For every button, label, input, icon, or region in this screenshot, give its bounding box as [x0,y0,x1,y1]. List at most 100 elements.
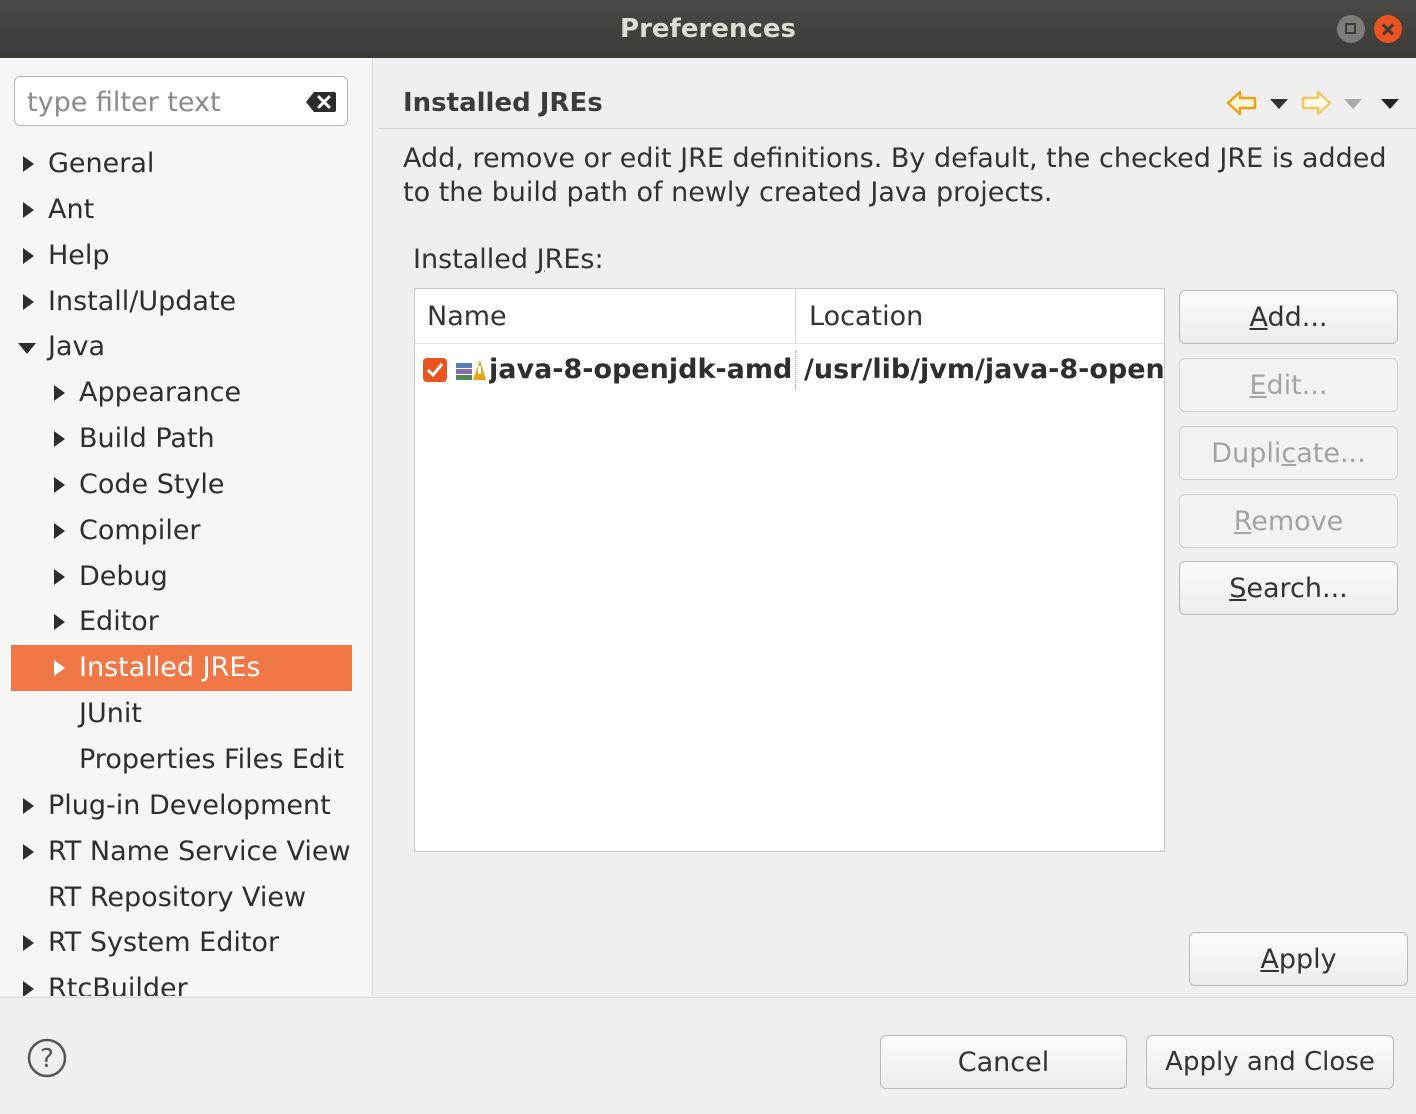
preference-page: Installed JREs Add, remove or edit JRE d… [373,58,1416,996]
jre-library-icon [456,360,486,380]
installed-jres-label-mnemonic: J [536,244,545,275]
svg-text:?: ? [40,1044,54,1074]
collapsed-arrow-icon[interactable] [23,247,34,264]
tree-item-label: Appearance [79,377,242,409]
filter-input[interactable] [25,83,299,121]
duplicate-button[interactable]: Duplicate... [1179,426,1398,480]
tree-item-label: Properties Files Edit [79,743,345,775]
apply-button-mnemonic: A [1260,943,1279,975]
expanded-arrow-icon[interactable] [18,343,36,355]
apply-and-close-button[interactable]: Apply and Close [1146,1035,1394,1089]
tree-item[interactable]: RtcBuilder [11,966,372,996]
view-menu-icon[interactable] [1379,88,1401,118]
back-dropdown-icon[interactable] [1268,88,1290,118]
jre-table[interactable]: Name Location java-8-openjdk-amd64 /usr/… [414,288,1165,852]
edit-button-mnemonic: E [1249,369,1267,401]
jre-location-cell: /usr/lib/jvm/java-8-openjdk-amd64 [804,354,1164,385]
remove-button[interactable]: Remove [1179,494,1398,548]
tree-item[interactable]: Debug [11,554,372,600]
cancel-button[interactable]: Cancel [880,1035,1127,1089]
page-title: Installed JREs [403,88,603,118]
collapsed-arrow-icon[interactable] [23,935,34,952]
collapsed-arrow-icon[interactable] [54,522,65,539]
check-icon [426,363,444,378]
search-button-label: earch... [1246,572,1348,604]
help-icon[interactable]: ? [27,1038,67,1078]
remove-button-label: emove [1251,505,1344,537]
forward-icon[interactable] [1300,88,1332,118]
tree-item-label: Compiler [79,514,201,546]
installed-jres-label-prefix: Installed [413,244,537,275]
remove-button-mnemonic: R [1233,505,1252,537]
tree-item[interactable]: RT System Editor [11,920,372,966]
column-header-name[interactable]: Name [415,289,796,344]
tree-item[interactable]: Properties Files Edit [11,737,372,783]
apply-button[interactable]: Apply [1189,932,1408,986]
apply-button-label: pply [1278,943,1337,975]
tree-item-label: Build Path [79,423,215,455]
tree-item[interactable]: Ant [11,187,372,233]
add-button-mnemonic: A [1249,301,1268,333]
add-button-label: dd... [1267,301,1328,333]
dialog-button-bar: ? Cancel Apply and Close [0,997,1416,1114]
collapsed-arrow-icon[interactable] [23,293,34,310]
edit-button-label: dit... [1266,369,1328,401]
collapsed-arrow-icon[interactable] [54,660,65,677]
page-description: Add, remove or edit JRE definitions. By … [403,143,1387,208]
tree-item[interactable]: Plug-in Development [11,783,372,829]
collapsed-arrow-icon[interactable] [54,614,65,631]
cell-separator [795,351,796,389]
search-button-mnemonic: S [1229,572,1247,604]
tree-item-label: General [48,148,155,179]
tree-item-label: Install/Update [48,285,237,317]
collapsed-arrow-icon[interactable] [23,201,34,218]
search-button[interactable]: Search... [1179,561,1398,615]
preferences-tree-panel: General Ant Help Install/Update Java Appearan… [0,58,373,996]
tree-item-label: RT Name Service View [48,835,351,867]
add-button[interactable]: Add... [1179,290,1398,344]
tree-item[interactable]: Editor [11,599,372,645]
tree-item[interactable]: Java [11,324,372,370]
installed-jres-label-suffix: REs: [544,244,604,275]
collapsed-arrow-icon[interactable] [54,476,65,493]
tree-item-label: Installed JREs [79,652,261,684]
collapsed-arrow-icon[interactable] [23,843,34,860]
tree-item[interactable]: General [11,141,372,187]
tree-item[interactable]: Build Path [11,416,372,462]
tree-item-label: Code Style [79,468,225,500]
collapsed-arrow-icon[interactable] [54,568,65,585]
tree-item[interactable]: RT Repository View [11,875,372,921]
tree-item[interactable]: Installed JREs [11,645,352,692]
installed-jres-label: Installed JREs: [413,244,604,275]
tree-item[interactable]: JUnit [11,691,372,737]
tree-item[interactable]: RT Name Service View [11,829,372,875]
tree-item-label: Java [48,331,106,363]
duplicate-button-mnemonic: c [1281,437,1297,469]
tree-item-label: RT System Editor [48,927,280,959]
collapsed-arrow-icon[interactable] [54,385,65,402]
table-row[interactable]: java-8-openjdk-amd64 /usr/lib/jvm/java-8… [415,347,1164,393]
collapsed-arrow-icon[interactable] [54,431,65,448]
window-title: Preferences [620,14,796,44]
jre-checkbox[interactable] [423,358,447,382]
edit-button[interactable]: Edit... [1179,358,1398,412]
back-icon[interactable] [1226,88,1258,118]
forward-dropdown-icon[interactable] [1342,88,1364,118]
close-button[interactable] [1374,15,1402,43]
tree-item[interactable]: Appearance [11,370,372,416]
collapsed-arrow-icon[interactable] [23,797,34,814]
tree-item[interactable]: Help [11,233,372,279]
jre-name-cell: java-8-openjdk-amd64 [489,354,794,385]
duplicate-button-label-b: ate... [1296,437,1366,469]
duplicate-button-label-a: Dupli [1211,437,1282,469]
clear-filter-icon[interactable] [305,90,337,114]
collapsed-arrow-icon[interactable] [23,981,34,996]
tree-item[interactable]: Compiler [11,508,372,554]
tree-item[interactable]: Install/Update [11,279,372,325]
tree-item-label: RT Repository View [48,881,307,913]
filter-box [14,76,348,126]
column-header-location[interactable]: Location [796,289,1164,344]
maximize-button[interactable] [1337,15,1365,43]
collapsed-arrow-icon[interactable] [23,156,34,172]
tree-item[interactable]: Code Style [11,462,372,508]
